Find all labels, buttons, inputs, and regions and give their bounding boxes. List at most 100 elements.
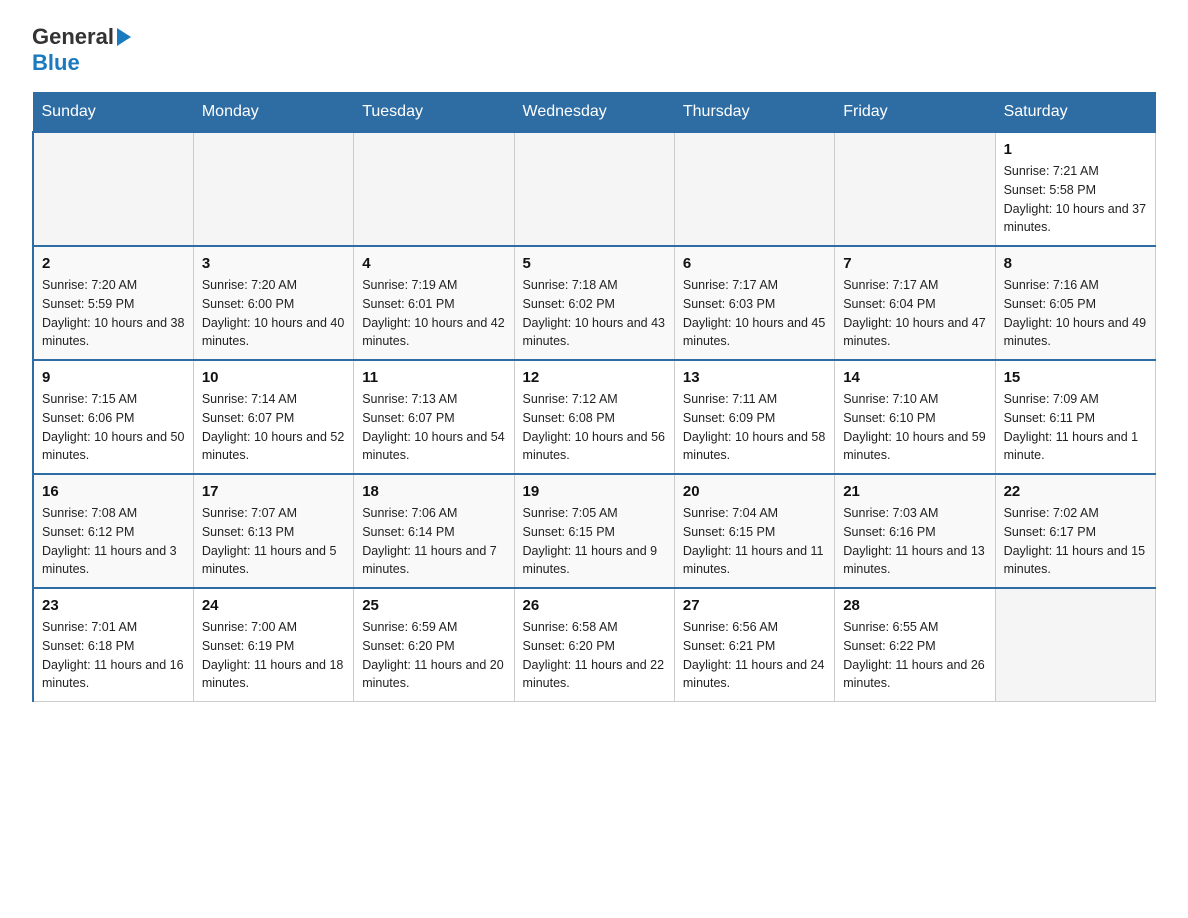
calendar-cell: 22 Sunrise: 7:02 AMSunset: 6:17 PMDayligh…: [995, 474, 1155, 588]
calendar-cell: 26 Sunrise: 6:58 AMSunset: 6:20 PMDayligh…: [514, 588, 674, 702]
day-number: 14: [843, 369, 986, 386]
calendar-cell: 14 Sunrise: 7:10 AMSunset: 6:10 PMDayligh…: [835, 360, 995, 474]
calendar-cell: 7 Sunrise: 7:17 AMSunset: 6:04 PMDaylight…: [835, 246, 995, 360]
day-number: 26: [523, 597, 666, 614]
day-info: Sunrise: 7:16 AMSunset: 6:05 PMDaylight:…: [1004, 276, 1147, 351]
logo-blue-label: Blue: [32, 50, 80, 75]
calendar-cell: 27Sunrise: 6:56 AMSunset: 6:21 PMDayligh…: [674, 588, 834, 702]
day-number: 10: [202, 369, 345, 386]
day-number: 7: [843, 255, 986, 272]
calendar-table: SundayMondayTuesdayWednesdayThursdayFrid…: [32, 92, 1156, 702]
day-number: 1: [1004, 141, 1147, 158]
day-number: 28: [843, 597, 986, 614]
day-number: 20: [683, 483, 826, 500]
day-number: 5: [523, 255, 666, 272]
day-number: 19: [523, 483, 666, 500]
header-thursday: Thursday: [674, 93, 834, 133]
day-info: Sunrise: 7:05 AMSunset: 6:15 PMDaylight:…: [523, 504, 666, 579]
day-info: Sunrise: 7:04 AMSunset: 6:15 PMDaylight:…: [683, 504, 826, 579]
day-number: 3: [202, 255, 345, 272]
page-header: General Blue: [32, 24, 1156, 76]
day-info: Sunrise: 7:20 AMSunset: 6:00 PMDaylight:…: [202, 276, 345, 351]
calendar-cell: 8 Sunrise: 7:16 AMSunset: 6:05 PMDaylight…: [995, 246, 1155, 360]
header-tuesday: Tuesday: [354, 93, 514, 133]
day-info: Sunrise: 7:15 AMSunset: 6:06 PMDaylight:…: [42, 390, 185, 465]
day-info: Sunrise: 7:20 AMSunset: 5:59 PMDaylight:…: [42, 276, 185, 351]
calendar-cell: [514, 132, 674, 246]
calendar-cell: 12 Sunrise: 7:12 AMSunset: 6:08 PMDayligh…: [514, 360, 674, 474]
calendar-cell: 1 Sunrise: 7:21 AMSunset: 5:58 PMDaylight…: [995, 132, 1155, 246]
day-info: Sunrise: 7:19 AMSunset: 6:01 PMDaylight:…: [362, 276, 505, 351]
day-number: 23: [42, 597, 185, 614]
day-info: Sunrise: 6:55 AMSunset: 6:22 PMDaylight:…: [843, 618, 986, 693]
logo-line2: Blue: [32, 50, 80, 76]
day-number: 21: [843, 483, 986, 500]
header-saturday: Saturday: [995, 93, 1155, 133]
day-info: Sunrise: 7:08 AMSunset: 6:12 PMDaylight:…: [42, 504, 185, 579]
calendar-cell: 21Sunrise: 7:03 AMSunset: 6:16 PMDayligh…: [835, 474, 995, 588]
calendar-cell: 11Sunrise: 7:13 AMSunset: 6:07 PMDayligh…: [354, 360, 514, 474]
day-number: 2: [42, 255, 185, 272]
calendar-cell: [674, 132, 834, 246]
day-info: Sunrise: 7:01 AMSunset: 6:18 PMDaylight:…: [42, 618, 185, 693]
header-monday: Monday: [193, 93, 353, 133]
calendar-cell: [33, 132, 193, 246]
day-info: Sunrise: 7:12 AMSunset: 6:08 PMDaylight:…: [523, 390, 666, 465]
day-number: 27: [683, 597, 826, 614]
day-number: 22: [1004, 483, 1147, 500]
calendar-cell: 19 Sunrise: 7:05 AMSunset: 6:15 PMDayligh…: [514, 474, 674, 588]
header-wednesday: Wednesday: [514, 93, 674, 133]
day-info: Sunrise: 7:18 AMSunset: 6:02 PMDaylight:…: [523, 276, 666, 351]
day-number: 11: [362, 369, 505, 386]
calendar-cell: 25Sunrise: 6:59 AMSunset: 6:20 PMDayligh…: [354, 588, 514, 702]
calendar-cell: [835, 132, 995, 246]
day-number: 8: [1004, 255, 1147, 272]
day-info: Sunrise: 6:58 AMSunset: 6:20 PMDaylight:…: [523, 618, 666, 693]
calendar-week-1: 1 Sunrise: 7:21 AMSunset: 5:58 PMDaylight…: [33, 132, 1156, 246]
day-number: 18: [362, 483, 505, 500]
logo: General Blue: [32, 24, 134, 76]
calendar-week-3: 9Sunrise: 7:15 AMSunset: 6:06 PMDaylight…: [33, 360, 1156, 474]
logo-line1: General: [32, 24, 134, 50]
day-info: Sunrise: 7:09 AMSunset: 6:11 PMDaylight:…: [1004, 390, 1147, 465]
calendar-cell: 18 Sunrise: 7:06 AMSunset: 6:14 PMDayligh…: [354, 474, 514, 588]
calendar-cell: 5 Sunrise: 7:18 AMSunset: 6:02 PMDaylight…: [514, 246, 674, 360]
calendar-week-4: 16 Sunrise: 7:08 AMSunset: 6:12 PMDayligh…: [33, 474, 1156, 588]
calendar-cell: 9Sunrise: 7:15 AMSunset: 6:06 PMDaylight…: [33, 360, 193, 474]
calendar-week-5: 23 Sunrise: 7:01 AMSunset: 6:18 PMDayligh…: [33, 588, 1156, 702]
calendar-week-2: 2 Sunrise: 7:20 AMSunset: 5:59 PMDaylight…: [33, 246, 1156, 360]
calendar-cell: [354, 132, 514, 246]
header-friday: Friday: [835, 93, 995, 133]
header-sunday: Sunday: [33, 93, 193, 133]
day-number: 24: [202, 597, 345, 614]
calendar-header: SundayMondayTuesdayWednesdayThursdayFrid…: [33, 93, 1156, 133]
day-number: 17: [202, 483, 345, 500]
day-number: 12: [523, 369, 666, 386]
day-info: Sunrise: 7:06 AMSunset: 6:14 PMDaylight:…: [362, 504, 505, 579]
calendar-cell: 20 Sunrise: 7:04 AMSunset: 6:15 PMDayligh…: [674, 474, 834, 588]
day-info: Sunrise: 7:17 AMSunset: 6:03 PMDaylight:…: [683, 276, 826, 351]
calendar-cell: 24 Sunrise: 7:00 AMSunset: 6:19 PMDayligh…: [193, 588, 353, 702]
day-info: Sunrise: 7:00 AMSunset: 6:19 PMDaylight:…: [202, 618, 345, 693]
day-info: Sunrise: 7:10 AMSunset: 6:10 PMDaylight:…: [843, 390, 986, 465]
day-info: Sunrise: 6:59 AMSunset: 6:20 PMDaylight:…: [362, 618, 505, 693]
logo-arrow-icon: [117, 28, 131, 46]
day-info: Sunrise: 7:07 AMSunset: 6:13 PMDaylight:…: [202, 504, 345, 579]
calendar-cell: 23 Sunrise: 7:01 AMSunset: 6:18 PMDayligh…: [33, 588, 193, 702]
calendar-cell: 17 Sunrise: 7:07 AMSunset: 6:13 PMDayligh…: [193, 474, 353, 588]
day-info: Sunrise: 7:11 AMSunset: 6:09 PMDaylight:…: [683, 390, 826, 465]
header-row: SundayMondayTuesdayWednesdayThursdayFrid…: [33, 93, 1156, 133]
calendar-cell: 6 Sunrise: 7:17 AMSunset: 6:03 PMDaylight…: [674, 246, 834, 360]
day-info: Sunrise: 7:02 AMSunset: 6:17 PMDaylight:…: [1004, 504, 1147, 579]
calendar-cell: 13Sunrise: 7:11 AMSunset: 6:09 PMDayligh…: [674, 360, 834, 474]
day-number: 15: [1004, 369, 1147, 386]
day-info: Sunrise: 7:21 AMSunset: 5:58 PMDaylight:…: [1004, 162, 1147, 237]
day-number: 16: [42, 483, 185, 500]
day-number: 4: [362, 255, 505, 272]
day-info: Sunrise: 7:17 AMSunset: 6:04 PMDaylight:…: [843, 276, 986, 351]
day-number: 6: [683, 255, 826, 272]
calendar-cell: 16 Sunrise: 7:08 AMSunset: 6:12 PMDayligh…: [33, 474, 193, 588]
calendar-cell: 2 Sunrise: 7:20 AMSunset: 5:59 PMDaylight…: [33, 246, 193, 360]
calendar-cell: 4 Sunrise: 7:19 AMSunset: 6:01 PMDaylight…: [354, 246, 514, 360]
calendar-cell: 15 Sunrise: 7:09 AMSunset: 6:11 PMDayligh…: [995, 360, 1155, 474]
